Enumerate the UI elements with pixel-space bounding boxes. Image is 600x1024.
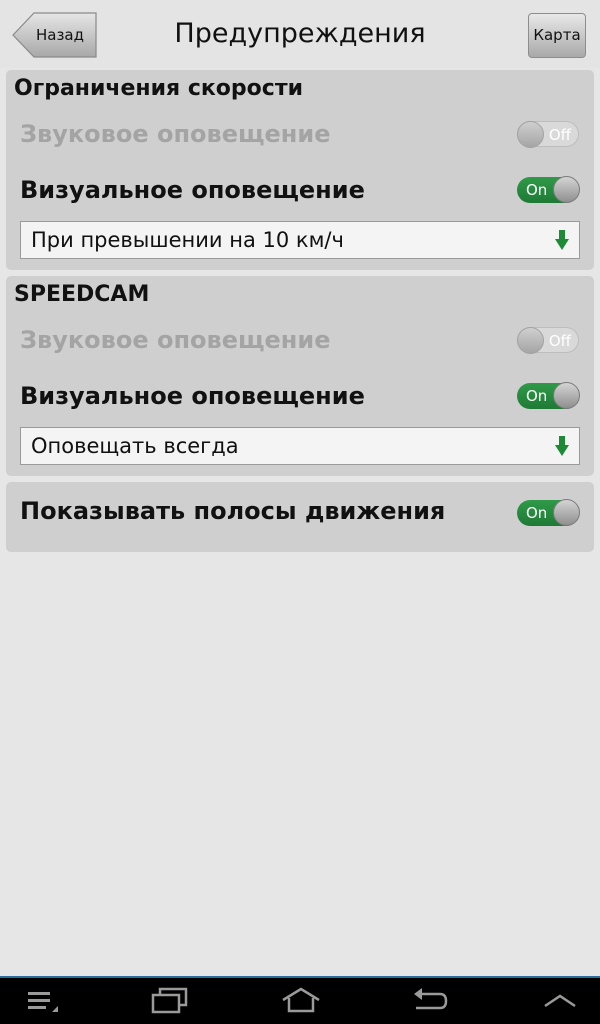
recent-apps-icon[interactable] <box>150 986 190 1014</box>
toggle-state-text: On <box>526 387 548 405</box>
dropdown-value: При превышении на 10 км/ч <box>31 228 344 252</box>
back-button[interactable]: Назад <box>12 12 98 58</box>
speed-sound-alert-label: Звуковое оповещение <box>20 120 331 148</box>
speed-visual-alert-toggle[interactable]: On <box>517 176 580 203</box>
speed-sound-alert-toggle[interactable]: Off <box>517 121 579 148</box>
speed-limits-panel: Ограничения скорости Звуковое оповещение… <box>6 70 594 270</box>
speedcam-visual-alert-toggle[interactable]: On <box>517 382 580 409</box>
header: Назад Предупреждения Карта <box>0 0 600 68</box>
arrow-down-icon <box>555 436 569 456</box>
speed-threshold-dropdown[interactable]: При превышении на 10 км/ч <box>20 221 580 259</box>
navbar-accent-line <box>0 976 600 978</box>
section-title-speedcam: SPEEDCAM <box>14 282 150 307</box>
toggle-state-text: Off <box>548 126 571 144</box>
navigation-bar <box>0 976 600 1024</box>
toggle-state-text: Off <box>548 332 571 350</box>
back-icon[interactable] <box>410 986 450 1014</box>
home-icon[interactable] <box>280 986 322 1014</box>
page-title: Предупреждения <box>174 18 426 49</box>
toggle-knob <box>553 499 580 526</box>
toggle-state-text: On <box>526 504 548 522</box>
back-button-label: Назад <box>35 26 84 44</box>
chevron-up-icon[interactable] <box>542 986 578 1014</box>
speedcam-sound-alert-label: Звуковое оповещение <box>20 326 331 354</box>
arrow-down-icon <box>555 230 569 250</box>
speedcam-visual-alert-label: Визуальное оповещение <box>20 382 365 410</box>
map-button[interactable]: Карта <box>528 13 586 58</box>
show-lanes-label: Показывать полосы движения <box>20 497 446 525</box>
dropdown-value: Оповещать всегда <box>31 434 239 458</box>
toggle-knob <box>517 121 544 148</box>
toggle-knob <box>553 382 580 409</box>
speedcam-mode-dropdown[interactable]: Оповещать всегда <box>20 427 580 465</box>
toggle-state-text: On <box>526 181 548 199</box>
lanes-panel: Показывать полосы движения On <box>6 482 594 552</box>
section-title-speed-limits: Ограничения скорости <box>14 76 303 101</box>
speed-visual-alert-label: Визуальное оповещение <box>20 176 365 204</box>
speedcam-sound-alert-toggle[interactable]: Off <box>517 327 579 354</box>
toggle-knob <box>553 176 580 203</box>
toggle-knob <box>517 327 544 354</box>
show-lanes-toggle[interactable]: On <box>517 499 580 526</box>
menu-icon[interactable] <box>26 986 60 1014</box>
speedcam-panel: SPEEDCAM Звуковое оповещение Off Визуаль… <box>6 276 594 476</box>
